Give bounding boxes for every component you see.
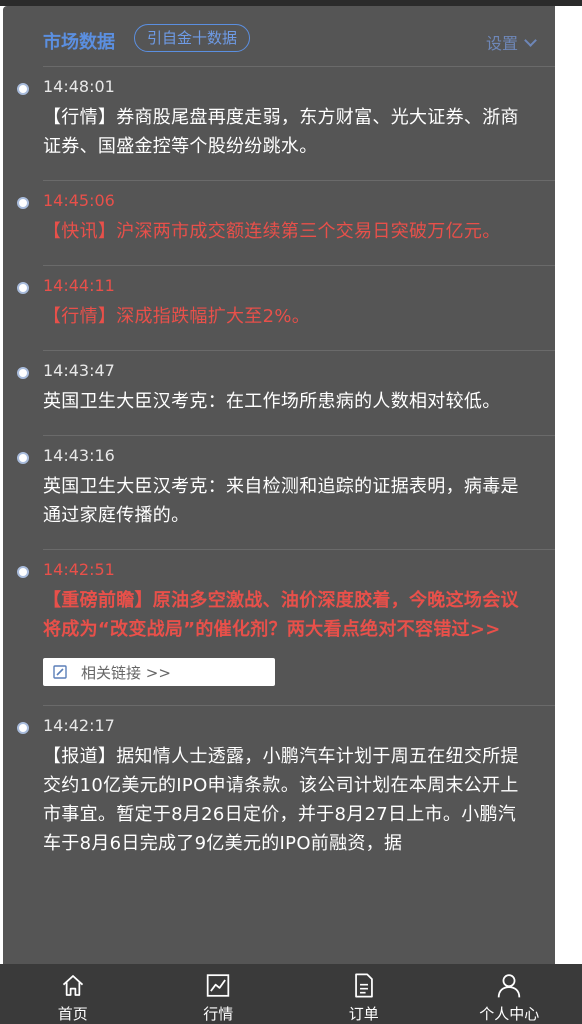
nav-item-home[interactable]: 首页 — [0, 964, 146, 1024]
settings-dropdown[interactable]: 设置 — [485, 30, 537, 54]
nav-item-profile[interactable]: 个人中心 — [437, 964, 582, 1024]
panel-header: 市场数据 引自金十数据 设置 — [3, 6, 555, 66]
timeline-dot-icon — [17, 83, 29, 95]
nav-label: 行情 — [203, 1005, 234, 1023]
news-time: 14:42:51 — [43, 560, 115, 579]
news-time: 14:43:16 — [43, 446, 115, 465]
nav-item-orders[interactable]: 订单 — [291, 964, 437, 1024]
timeline-dot-icon — [17, 722, 29, 734]
timeline-dot-icon — [17, 452, 29, 464]
news-time: 14:44:11 — [43, 276, 115, 295]
nav-label: 个人中心 — [479, 1005, 540, 1023]
news-text: 英国卫生大臣汉考克：在工作场所患病的人数相对较低。 — [43, 391, 501, 412]
edit-pen-icon — [53, 665, 67, 679]
related-link-button[interactable]: 相关链接 >> — [43, 658, 275, 686]
market-data-panel: 市场数据 引自金十数据 设置 14:48:01 【行情】券商股尾盘再度走弱，东方… — [3, 6, 555, 1024]
related-link-label: 相关链接 >> — [81, 663, 171, 682]
timeline-dot-icon — [17, 197, 29, 209]
news-text: 英国卫生大臣汉考克：来自检测和追踪的证据表明，病毒是通过家庭传播的。 — [43, 476, 519, 526]
news-item[interactable]: 14:45:06 【快讯】沪深两市成交额连续第三个交易日突破万亿元。 — [3, 181, 555, 266]
nav-label: 首页 — [57, 1005, 88, 1023]
news-item[interactable]: 14:42:17 【报道】据知情人士透露，小鹏汽车计划于周五在纽交所提交约10亿… — [3, 706, 555, 878]
news-feed: 14:48:01 【行情】券商股尾盘再度走弱，东方财富、光大证券、浙商证券、国盛… — [3, 67, 555, 878]
home-icon — [62, 975, 83, 996]
timeline-dot-icon — [17, 367, 29, 379]
news-text: 【行情】券商股尾盘再度走弱，东方财富、光大证券、浙商证券、国盛金控等个股纷纷跳水… — [43, 107, 519, 157]
source-badge[interactable]: 引自金十数据 — [134, 24, 251, 52]
scrollbar[interactable] — [556, 6, 582, 1024]
news-time: 14:42:17 — [43, 716, 115, 735]
chevron-down-icon — [524, 34, 537, 47]
news-text: 【快讯】沪深两市成交额连续第三个交易日突破万亿元。 — [43, 221, 501, 242]
news-item[interactable]: 14:43:16 英国卫生大臣汉考克：来自检测和追踪的证据表明，病毒是通过家庭传… — [3, 436, 555, 550]
news-item[interactable]: 14:42:51 【重磅前瞻】原油多空激战、油价深度胶着，今晚这场会议将成为“改… — [3, 550, 555, 706]
news-time: 14:43:47 — [43, 361, 115, 380]
news-text: 【报道】据知情人士透露，小鹏汽车计划于周五在纽交所提交约10亿美元的IPO申请条… — [43, 746, 519, 854]
user-icon — [498, 974, 521, 998]
news-item[interactable]: 14:43:47 英国卫生大臣汉考克：在工作场所患病的人数相对较低。 — [3, 351, 555, 436]
news-item[interactable]: 14:44:11 【行情】深成指跌幅扩大至2%。 — [3, 266, 555, 351]
document-icon — [354, 973, 373, 998]
chart-icon — [207, 974, 230, 997]
timeline-dot-icon — [17, 282, 29, 294]
news-text: 【重磅前瞻】原油多空激战、油价深度胶着，今晚这场会议将成为“改变战局”的催化剂？… — [43, 590, 519, 640]
nav-label: 订单 — [348, 1005, 379, 1023]
bottom-navigation: 首页 行情 订单 个人中心 — [0, 964, 582, 1024]
news-time: 14:48:01 — [43, 77, 115, 96]
nav-item-market[interactable]: 行情 — [146, 964, 292, 1024]
timeline-dot-icon — [17, 566, 29, 578]
news-time: 14:45:06 — [43, 191, 115, 210]
page-title: 市场数据 — [43, 32, 115, 53]
settings-label: 设置 — [485, 34, 518, 53]
news-item[interactable]: 14:48:01 【行情】券商股尾盘再度走弱，东方财富、光大证券、浙商证券、国盛… — [3, 67, 555, 181]
news-text: 【行情】深成指跌幅扩大至2%。 — [43, 306, 311, 327]
